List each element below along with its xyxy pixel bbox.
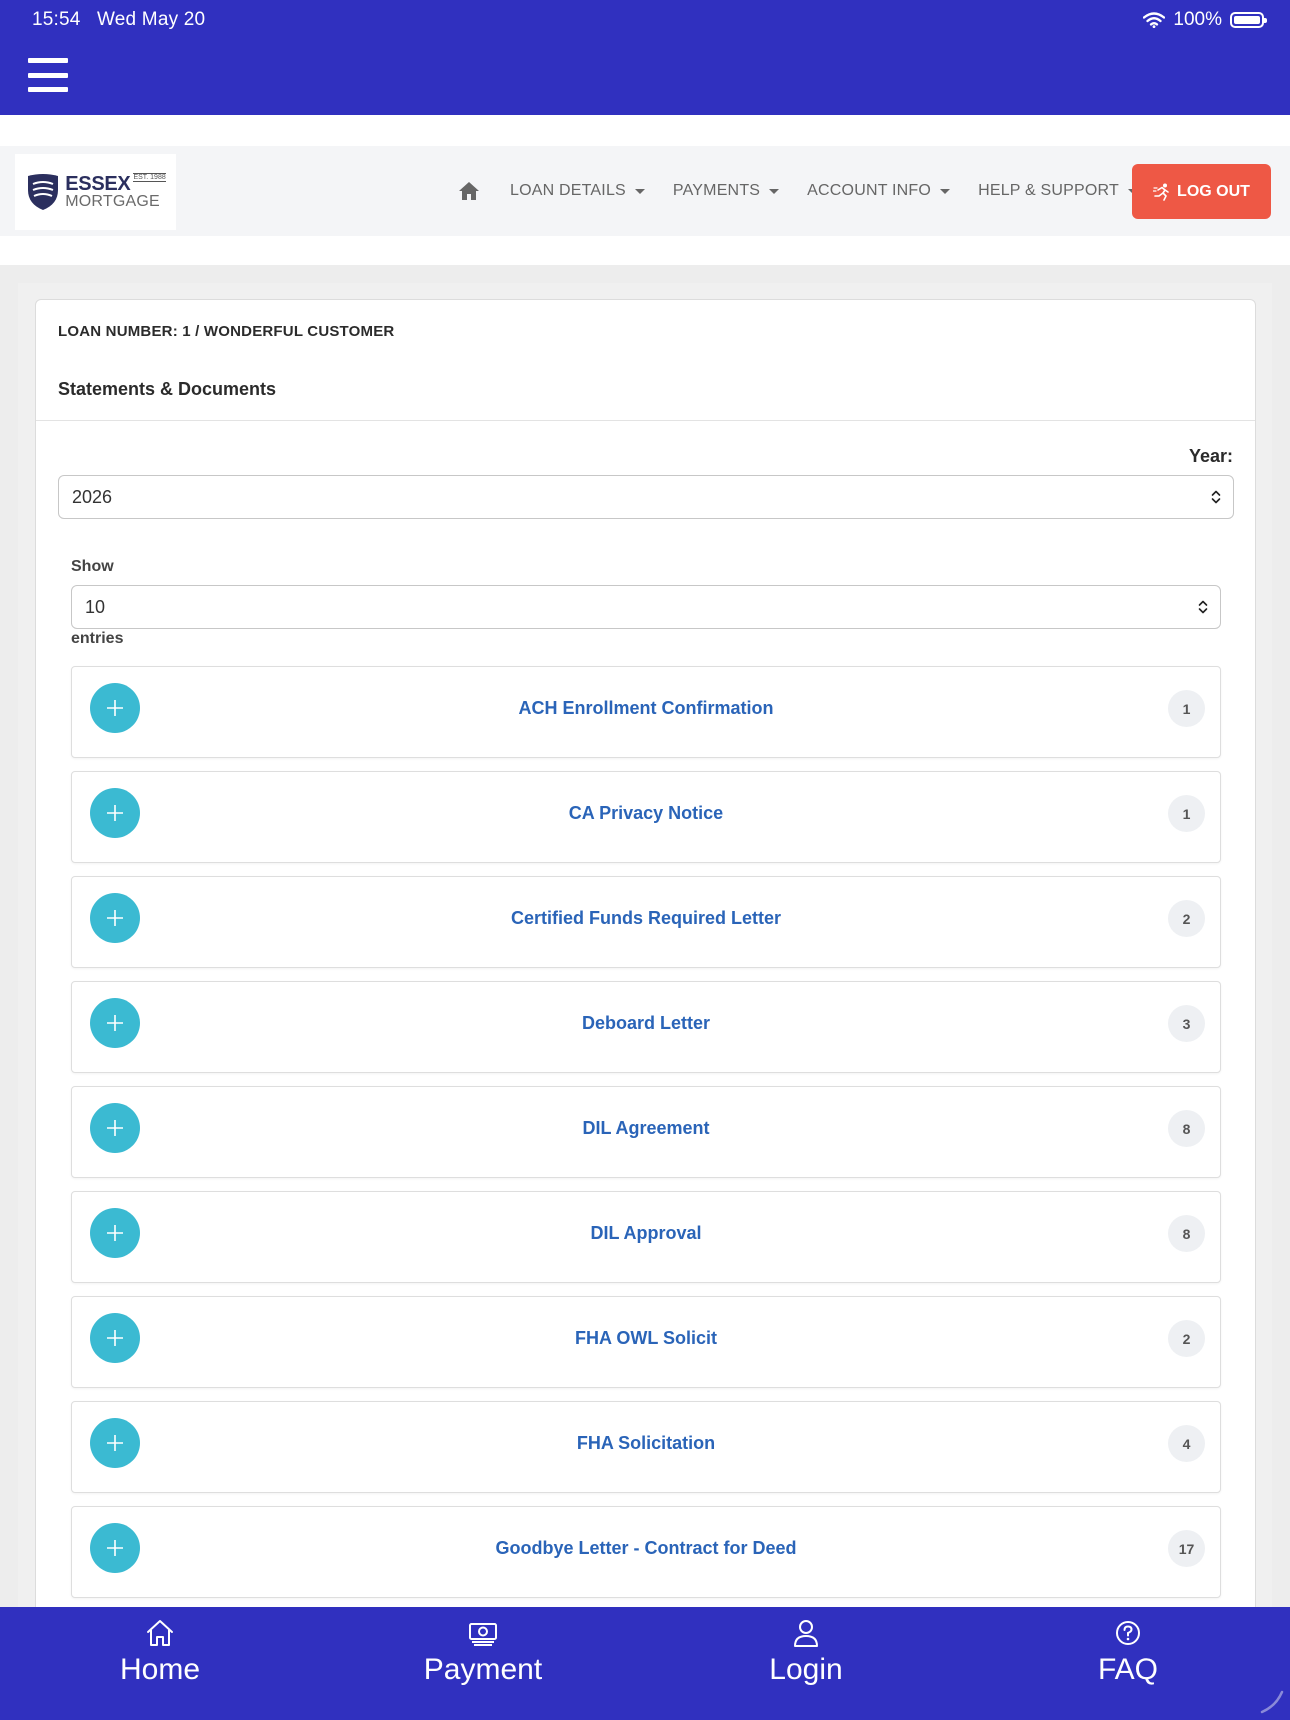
- card-title: Statements & Documents: [58, 379, 277, 399]
- document-count-badge: 2: [1168, 900, 1205, 937]
- tab-payment[interactable]: Payment: [383, 1607, 583, 1720]
- document-row[interactable]: Goodbye Letter - Contract for Deed 17: [71, 1506, 1221, 1598]
- tab-faq[interactable]: FAQ: [1028, 1607, 1228, 1720]
- tab-login-label: Login: [769, 1653, 843, 1686]
- document-row[interactable]: FHA Solicitation 4: [71, 1401, 1221, 1493]
- battery-percent: 100%: [1173, 9, 1222, 30]
- expand-plus-icon[interactable]: [90, 788, 140, 838]
- statements-card: LOAN NUMBER: 1 / WONDERFUL CUSTOMER Stat…: [35, 299, 1256, 1720]
- navbar-spacer: [0, 236, 1290, 265]
- running-person-icon: [1153, 183, 1169, 201]
- document-name[interactable]: ACH Enrollment Confirmation: [72, 667, 1220, 749]
- document-row[interactable]: Deboard Letter 3: [71, 981, 1221, 1073]
- expand-plus-icon[interactable]: [90, 1208, 140, 1258]
- document-name[interactable]: Certified Funds Required Letter: [72, 877, 1220, 959]
- entries-select[interactable]: 10: [71, 585, 1221, 629]
- logout-button[interactable]: LOG OUT: [1132, 164, 1271, 219]
- document-name[interactable]: CA Privacy Notice: [72, 772, 1220, 854]
- nav-menu: LOAN DETAILS PAYMENTS ACCOUNT INFO HELP …: [458, 146, 1138, 236]
- status-date: Wed May 20: [96, 9, 206, 30]
- hamburger-menu-icon[interactable]: [28, 58, 68, 92]
- wifi-icon: [1143, 12, 1166, 28]
- entries-select-value: 10: [85, 596, 106, 617]
- select-updown-icon: [1211, 490, 1221, 504]
- card-header: LOAN NUMBER: 1 / WONDERFUL CUSTOMER Stat…: [36, 300, 1255, 421]
- status-time: 15:54 Wed May 20: [32, 9, 205, 31]
- question-circle-icon: [1116, 1621, 1140, 1645]
- top-app-bar: 15:54 Wed May 20 100%: [0, 0, 1290, 115]
- corner-grabber-icon: [1260, 1690, 1284, 1714]
- logo-name: ESSEX: [65, 173, 131, 195]
- document-row[interactable]: DIL Agreement 8: [71, 1086, 1221, 1178]
- nav-help-support-label: HELP & SUPPORT: [978, 182, 1119, 199]
- document-count-badge: 8: [1168, 1110, 1205, 1147]
- logo-est: EST. 1988: [133, 173, 166, 182]
- expand-plus-icon[interactable]: [90, 893, 140, 943]
- document-row[interactable]: CA Privacy Notice 1: [71, 771, 1221, 863]
- home-icon[interactable]: [458, 181, 480, 201]
- document-count-badge: 1: [1168, 690, 1205, 727]
- status-clock: 15:54: [32, 9, 81, 30]
- home-outline-icon: [147, 1620, 173, 1646]
- tab-home[interactable]: Home: [60, 1607, 260, 1720]
- caret-down-icon: [769, 188, 780, 194]
- document-count-badge: 4: [1168, 1425, 1205, 1462]
- document-list: ACH Enrollment Confirmation 1 CA Privacy…: [71, 666, 1221, 1611]
- document-row[interactable]: ACH Enrollment Confirmation 1: [71, 666, 1221, 758]
- bottom-tab-bar: Home Payment Login FAQ: [0, 1607, 1290, 1720]
- nav-account-info[interactable]: ACCOUNT INFO: [807, 182, 951, 200]
- document-count-badge: 17: [1168, 1530, 1205, 1567]
- document-name[interactable]: FHA OWL Solicit: [72, 1297, 1220, 1379]
- site-navbar: ESSEX EST. 1988 MORTGAGE LOAN DETAILS PAY…: [0, 146, 1290, 236]
- document-row[interactable]: FHA OWL Solicit 2: [71, 1296, 1221, 1388]
- year-select-value: 2026: [72, 486, 113, 507]
- expand-plus-icon[interactable]: [90, 1418, 140, 1468]
- caret-down-icon: [940, 188, 951, 194]
- select-updown-icon: [1198, 600, 1208, 614]
- document-name[interactable]: DIL Agreement: [72, 1087, 1220, 1169]
- expand-plus-icon[interactable]: [90, 1313, 140, 1363]
- document-row[interactable]: Certified Funds Required Letter 2: [71, 876, 1221, 968]
- nav-help-support[interactable]: HELP & SUPPORT: [978, 182, 1138, 200]
- tab-payment-label: Payment: [423, 1653, 543, 1686]
- tab-login[interactable]: Login: [706, 1607, 906, 1720]
- shield-logo-icon: [28, 174, 59, 210]
- expand-plus-icon[interactable]: [90, 1103, 140, 1153]
- caret-down-icon: [634, 188, 645, 194]
- document-count-badge: 2: [1168, 1320, 1205, 1357]
- document-name[interactable]: FHA Solicitation: [72, 1402, 1220, 1484]
- expand-plus-icon[interactable]: [90, 998, 140, 1048]
- essex-mortgage-logo[interactable]: ESSEX EST. 1988 MORTGAGE: [15, 154, 176, 230]
- header-spacer: [0, 115, 1290, 146]
- document-count-badge: 3: [1168, 1005, 1205, 1042]
- document-name[interactable]: Deboard Letter: [72, 982, 1220, 1064]
- nav-payments[interactable]: PAYMENTS: [672, 182, 780, 200]
- battery-icon: [1230, 12, 1267, 28]
- logo-subtitle: MORTGAGE: [65, 193, 160, 210]
- logo-text: ESSEX EST. 1988 MORTGAGE: [65, 173, 166, 210]
- person-icon: [794, 1620, 818, 1647]
- document-row[interactable]: DIL Approval 8: [71, 1191, 1221, 1283]
- expand-plus-icon[interactable]: [90, 1523, 140, 1573]
- nav-loan-details[interactable]: LOAN DETAILS: [510, 182, 645, 200]
- status-indicators: 100%: [1143, 9, 1267, 31]
- entries-label: entries: [71, 630, 124, 647]
- expand-plus-icon[interactable]: [90, 683, 140, 733]
- document-name[interactable]: Goodbye Letter - Contract for Deed: [72, 1507, 1220, 1589]
- logout-label: LOG OUT: [1177, 182, 1250, 200]
- nav-account-info-label: ACCOUNT INFO: [807, 182, 932, 199]
- year-select[interactable]: 2026: [58, 475, 1234, 519]
- tab-faq-label: FAQ: [1097, 1653, 1158, 1686]
- nav-payments-label: PAYMENTS: [672, 182, 761, 199]
- year-label: Year:: [1188, 446, 1233, 466]
- cash-icon: [469, 1623, 497, 1646]
- document-name[interactable]: DIL Approval: [72, 1192, 1220, 1274]
- document-count-badge: 1: [1168, 795, 1205, 832]
- show-label: Show: [71, 558, 114, 575]
- loan-number: LOAN NUMBER: 1 / WONDERFUL CUSTOMER: [58, 323, 395, 340]
- nav-loan-details-label: LOAN DETAILS: [510, 182, 626, 199]
- tab-home-label: Home: [119, 1653, 201, 1686]
- document-count-badge: 8: [1168, 1215, 1205, 1252]
